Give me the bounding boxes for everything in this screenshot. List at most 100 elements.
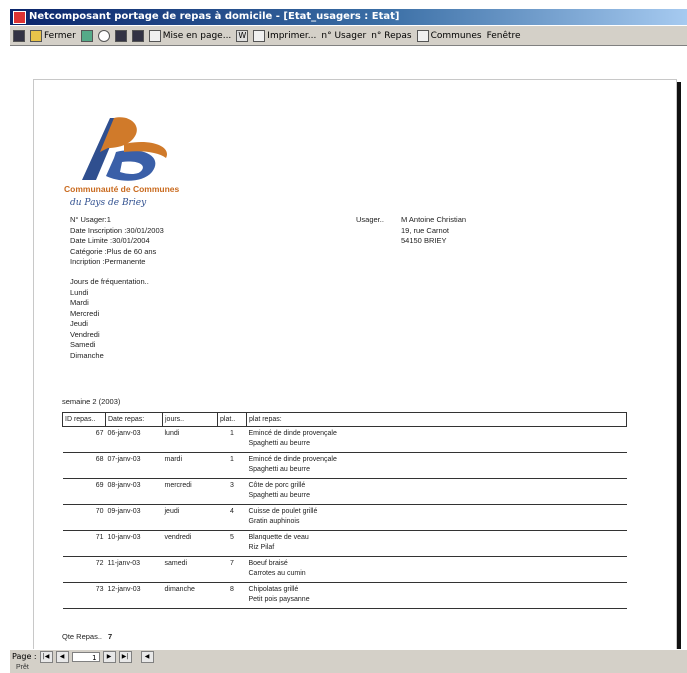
- status-text: Prêt: [16, 664, 29, 671]
- next-page-button[interactable]: ▶: [102, 650, 116, 663]
- plat-line: Riz Pilaf: [248, 544, 275, 551]
- cell-jour: dimanche: [164, 586, 195, 593]
- total-value: 7: [108, 632, 113, 641]
- frequentation-block: Jours de fréquentation.. Lundi Mardi Mer…: [70, 277, 149, 361]
- usager-label: Usager..: [356, 215, 384, 224]
- last-page-button[interactable]: ▶|: [118, 650, 132, 663]
- header-id-repas: ID repas..: [62, 412, 106, 427]
- categorie: Catégorie :Plus de 60 ans: [70, 246, 157, 256]
- usager-number: N° Usager:1: [70, 215, 111, 224]
- plat-line: Carrotes au cumin: [248, 570, 306, 577]
- cell-date: 10-janv-03: [107, 534, 141, 541]
- print-label: Imprimer...: [267, 30, 317, 41]
- export-word-icon[interactable]: W: [236, 29, 249, 42]
- first-page-button[interactable]: |◀: [39, 650, 53, 663]
- cell-id: 69: [95, 482, 104, 489]
- frequentation-title: Jours de fréquentation..: [70, 277, 149, 286]
- table-row: 73 12-janv-03 dimanche 8 Chipolatas gril…: [62, 583, 627, 609]
- design-view-icon[interactable]: [13, 29, 25, 42]
- plat-line: Emincé de dinde provençale: [248, 430, 337, 437]
- window-menu[interactable]: Fenêtre: [487, 31, 521, 41]
- page-shadow: [677, 82, 681, 649]
- cell-date: 08-janv-03: [107, 482, 141, 489]
- table-row: 68 07-janv-03 mardi 1 Emincé de dinde pr…: [62, 453, 627, 479]
- cell-date: 12-janv-03: [107, 586, 141, 593]
- folder-icon: [30, 29, 42, 42]
- incription: Incription :Permanente: [70, 257, 146, 266]
- cell-date: 07-janv-03: [107, 456, 141, 463]
- date-limite: Date Limite :30/01/2004: [70, 236, 150, 245]
- cell-id: 72: [95, 560, 104, 567]
- close-button[interactable]: Fermer: [30, 29, 76, 42]
- print-preview-area[interactable]: Communauté de Communes du Pays de Briey …: [10, 47, 687, 649]
- page-setup-label: Mise en page...: [162, 30, 232, 41]
- communes-button[interactable]: Communes: [416, 29, 482, 42]
- logo-line2: du Pays de Briey: [70, 198, 147, 208]
- plat-line: Cuisse de poulet grillé: [248, 508, 318, 515]
- report-page: Communauté de Communes du Pays de Briey …: [33, 79, 677, 649]
- header-plat-repas: plat repas:: [246, 412, 627, 427]
- header-date-repas: Date repas:: [105, 412, 163, 427]
- plat-line: Chipolatas grillé: [248, 586, 299, 593]
- plat-line: Spaghetti au beurre: [248, 492, 311, 499]
- cell-jour: vendredi: [164, 534, 192, 541]
- zoom-icon[interactable]: [97, 29, 110, 42]
- cell-jour: jeudi: [164, 508, 180, 515]
- table-row: 71 10-janv-03 vendredi 5 Blanquette de v…: [62, 531, 627, 557]
- cell-plat-repas: Emincé de dinde provençale Spaghetti au b…: [247, 427, 627, 453]
- close-label: Fermer: [44, 30, 76, 41]
- cell-id: 70: [95, 508, 104, 515]
- page-label: Page :: [12, 652, 37, 661]
- usager-address-block: M Antoine Christian 19, rue Carnot 54150…: [401, 215, 466, 247]
- cell-plat: 7: [230, 560, 234, 567]
- cell-date: 11-janv-03: [107, 560, 141, 567]
- jour-item: Vendredi: [70, 329, 100, 339]
- window-title-bar: Netcomposant portage de repas à domicile…: [10, 9, 687, 25]
- jour-item: Mardi: [70, 298, 89, 307]
- jour-item: Jeudi: [70, 319, 88, 328]
- jour-item: Samedi: [70, 340, 96, 349]
- plat-line: Gratin auphinois: [248, 518, 300, 525]
- page-number-input[interactable]: 1: [71, 651, 100, 662]
- plat-line: Spaghetti au beurre: [248, 440, 311, 447]
- page-setup-button[interactable]: Mise en page...: [148, 29, 232, 42]
- chart-icon[interactable]: [80, 29, 93, 42]
- plat-line: Côte de porc grillé: [248, 482, 306, 489]
- header-jours: jours..: [162, 412, 218, 427]
- plat-line: Blanquette de veau: [248, 534, 309, 541]
- one-page-icon[interactable]: [114, 29, 127, 42]
- print-button[interactable]: Imprimer...: [253, 29, 317, 42]
- cell-jour: lundi: [164, 430, 180, 437]
- cell-plat-repas: Boeuf braisé Carrotes au cumin: [247, 557, 627, 583]
- window-title: Netcomposant portage de repas à domicile…: [29, 11, 400, 22]
- usager-nom: M Antoine Christian: [401, 215, 467, 224]
- toolbar: Fermer Mise en page... W Imprimer... n° …: [10, 26, 687, 46]
- cell-plat-repas: Blanquette de veau Riz Pilaf: [247, 531, 627, 557]
- jour-item: Lundi: [70, 287, 89, 297]
- printer-icon: [253, 29, 266, 42]
- date-inscription: Date Inscription :30/01/2003: [70, 225, 164, 235]
- usager-details: N° Usager:1 Date Inscription :30/01/2003…: [70, 215, 164, 268]
- previous-page-button[interactable]: ◀: [55, 650, 69, 663]
- n-repas-button[interactable]: n° Repas: [371, 31, 411, 41]
- cell-jour: samedi: [164, 560, 188, 567]
- table-row: 72 11-janv-03 samedi 7 Boeuf braisé Carro…: [62, 557, 627, 583]
- jour-item: Dimanche: [70, 350, 104, 360]
- jour-item: Mercredi: [70, 308, 100, 318]
- n-usager-button[interactable]: n° Usager: [321, 31, 366, 41]
- two-pages-icon[interactable]: [131, 29, 144, 42]
- cell-jour: mercredi: [164, 482, 192, 489]
- table-row: 70 09-janv-03 jeudi 4 Cuisse de poulet g…: [62, 505, 627, 531]
- table-row: 69 08-janv-03 mercredi 3 Côte de porc gr…: [62, 479, 627, 505]
- cell-id: 71: [95, 534, 104, 541]
- grid-icon: [416, 29, 429, 42]
- horizontal-scroll-left-button[interactable]: ◀: [140, 650, 154, 663]
- cell-plat: 4: [230, 508, 234, 515]
- table-header-row: ID repas.. Date repas: jours.. plat.. pl…: [62, 412, 627, 427]
- cell-jour: mardi: [164, 456, 183, 463]
- cell-plat: 1: [230, 430, 234, 437]
- plat-line: Petit pois paysanne: [248, 596, 310, 603]
- cell-plat: 1: [230, 456, 234, 463]
- app-icon: [13, 11, 26, 24]
- repas-table: ID repas.. Date repas: jours.. plat.. pl…: [62, 412, 627, 609]
